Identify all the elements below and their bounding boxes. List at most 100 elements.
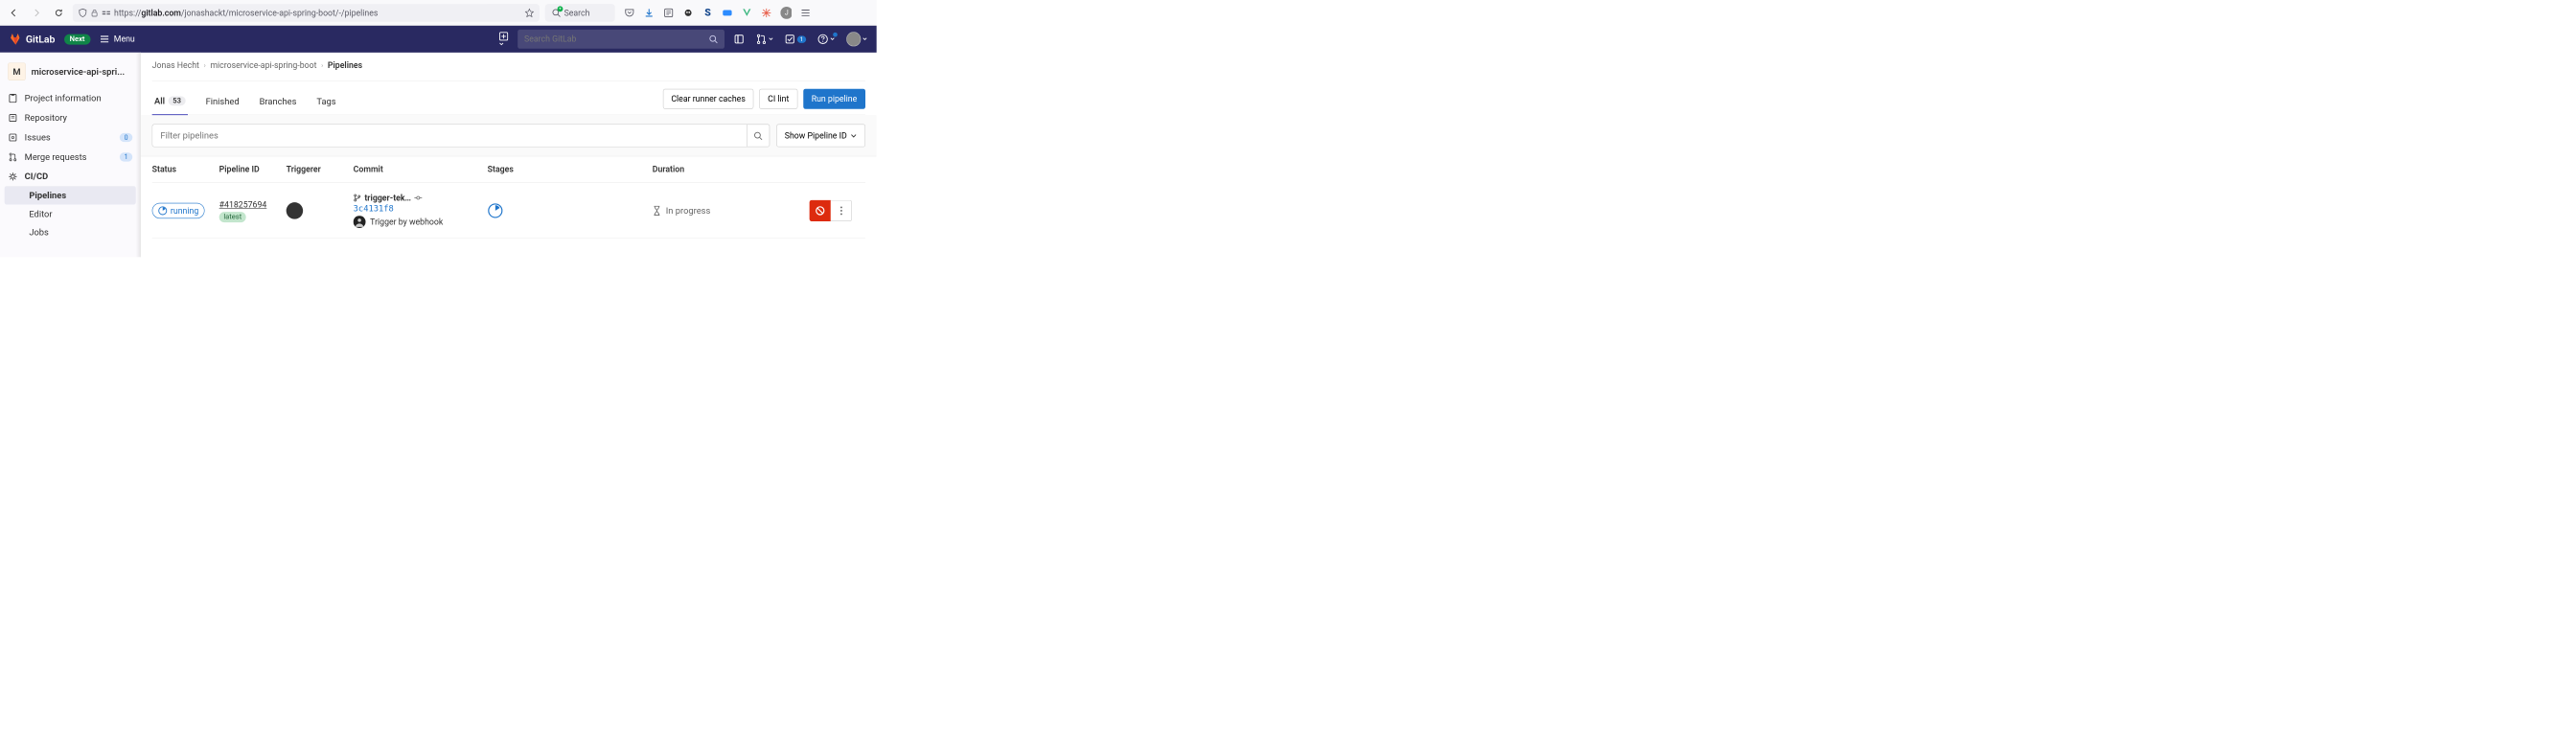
extension-red-icon[interactable]: [761, 7, 772, 18]
ci-lint-button[interactable]: CI lint: [759, 89, 797, 109]
filter-box: [152, 124, 770, 147]
sidebar-item-project-info[interactable]: Project information: [0, 88, 140, 107]
tab-label: All: [154, 96, 165, 106]
sidebar-sub-jobs[interactable]: Jobs: [5, 223, 136, 241]
chevron-down-icon: [862, 36, 867, 42]
col-duration: Duration: [653, 164, 810, 174]
tab-tags[interactable]: Tags: [314, 88, 338, 114]
pocket-icon[interactable]: [624, 7, 635, 18]
gitlab-search[interactable]: [518, 30, 724, 49]
kebab-icon: [840, 205, 841, 216]
user-menu[interactable]: [846, 32, 867, 46]
sidebar-item-label: Project information: [25, 93, 102, 103]
browser-search-box[interactable]: Search: [545, 4, 615, 22]
issues-shortcut[interactable]: [733, 34, 745, 45]
project-sidebar: M microservice-api-spri... Project infor…: [0, 53, 141, 257]
tab-finished[interactable]: Finished: [203, 88, 242, 114]
sidebar-sub-pipelines[interactable]: Pipelines: [5, 186, 136, 204]
run-pipeline-button[interactable]: Run pipeline: [803, 89, 865, 109]
latest-badge: latest: [219, 212, 246, 222]
gitlab-top-nav: GitLab Next Menu 1: [0, 26, 877, 53]
content-area: Jonas Hecht › microservice-api-spring-bo…: [141, 53, 877, 257]
extension-icon[interactable]: [682, 7, 694, 18]
sidebar-item-issues[interactable]: Issues 0: [0, 127, 140, 147]
sidebar-sub-editor[interactable]: Editor: [5, 204, 136, 222]
filter-input[interactable]: [152, 125, 747, 147]
sidebar-item-label: Issues: [25, 132, 51, 143]
status-badge[interactable]: running: [152, 202, 205, 217]
sidebar-item-cicd[interactable]: CI/CD: [0, 167, 140, 186]
sidebar-item-merge-requests[interactable]: Merge requests 1: [0, 147, 140, 166]
gitlab-search-input[interactable]: [524, 34, 708, 44]
status-text: running: [171, 205, 198, 216]
extension-s-icon[interactable]: S: [702, 7, 714, 18]
bookmark-star-icon[interactable]: [525, 8, 534, 16]
commit-sha-link[interactable]: 3c4131f8: [354, 203, 394, 214]
url-bar[interactable]: https://gitlab.com/jonashackt/microservi…: [73, 4, 540, 22]
next-badge: Next: [64, 34, 90, 44]
todo-count: 1: [797, 35, 806, 43]
duration-text: In progress: [666, 205, 711, 216]
search-engine-icon: [552, 8, 561, 16]
back-button[interactable]: [6, 4, 22, 20]
download-icon[interactable]: [643, 7, 655, 18]
clear-caches-button[interactable]: Clear runner caches: [663, 89, 754, 109]
reload-button[interactable]: [50, 4, 66, 20]
merge-requests-shortcut[interactable]: [756, 34, 774, 45]
permissions-icon: [102, 8, 110, 16]
filter-search-button[interactable]: [747, 125, 769, 147]
zoom-icon[interactable]: [722, 7, 733, 18]
commit-message: Trigger by webhook: [354, 216, 488, 228]
triggerer-avatar[interactable]: [287, 202, 304, 219]
vue-icon[interactable]: [741, 7, 752, 18]
reader-icon[interactable]: [663, 7, 675, 18]
pipeline-row: running #418257694 latest trigger-tek… 3…: [152, 183, 865, 239]
browser-extensions: S J: [624, 7, 811, 18]
shield-icon: [79, 8, 87, 16]
col-triggerer: Triggerer: [287, 164, 354, 174]
hamburger-icon: [100, 34, 109, 44]
stage-running-icon[interactable]: [488, 202, 503, 217]
commit-branch[interactable]: trigger-tek…: [354, 193, 488, 202]
gitlab-logo[interactable]: GitLab: [9, 33, 55, 46]
help-dropdown[interactable]: [817, 34, 836, 45]
info-icon: [8, 94, 17, 103]
branch-icon: [354, 194, 361, 201]
hourglass-icon: [653, 205, 661, 216]
dropdown-label: Show Pipeline ID: [785, 130, 847, 141]
mr-count: 1: [120, 152, 132, 161]
todos-shortcut[interactable]: 1: [785, 34, 806, 45]
forward-button[interactable]: [28, 4, 44, 20]
hamburger-menu-icon[interactable]: [800, 7, 812, 18]
breadcrumb-item[interactable]: microservice-api-spring-boot: [210, 60, 316, 70]
account-avatar-icon[interactable]: J: [780, 7, 792, 18]
commit-message-text: Trigger by webhook: [370, 217, 443, 227]
url-text: https://gitlab.com/jonashackt/microservi…: [114, 8, 521, 17]
plus-icon: [498, 32, 509, 41]
show-pipeline-id-dropdown[interactable]: Show Pipeline ID: [776, 124, 865, 147]
gitlab-tanuki-icon: [9, 33, 22, 46]
sidebar-project-header[interactable]: M microservice-api-spri...: [0, 58, 140, 88]
lock-icon: [90, 9, 98, 16]
tab-all[interactable]: All 53: [152, 88, 188, 116]
tab-branches[interactable]: Branches: [257, 88, 298, 114]
col-stages: Stages: [488, 164, 653, 174]
tab-count: 53: [169, 96, 186, 105]
issues-count: 0: [120, 133, 132, 142]
sidebar-item-repository[interactable]: Repository: [0, 108, 140, 127]
pipeline-id-link[interactable]: #418257694: [219, 199, 267, 210]
branch-name: trigger-tek…: [364, 193, 411, 202]
merge-request-icon: [8, 152, 17, 161]
todo-icon: [785, 34, 796, 45]
cancel-pipeline-button[interactable]: [810, 200, 831, 221]
menu-button[interactable]: Menu: [100, 34, 135, 44]
breadcrumb-item[interactable]: Jonas Hecht: [152, 60, 199, 70]
new-dropdown[interactable]: [498, 32, 509, 47]
col-status: Status: [152, 164, 219, 174]
running-icon: [158, 206, 167, 215]
breadcrumb: Jonas Hecht › microservice-api-spring-bo…: [152, 60, 865, 81]
chevron-down-icon: [498, 41, 504, 47]
breadcrumb-item[interactable]: Pipelines: [328, 60, 362, 70]
pipeline-actions-menu[interactable]: [831, 200, 852, 221]
author-avatar: [354, 216, 366, 228]
